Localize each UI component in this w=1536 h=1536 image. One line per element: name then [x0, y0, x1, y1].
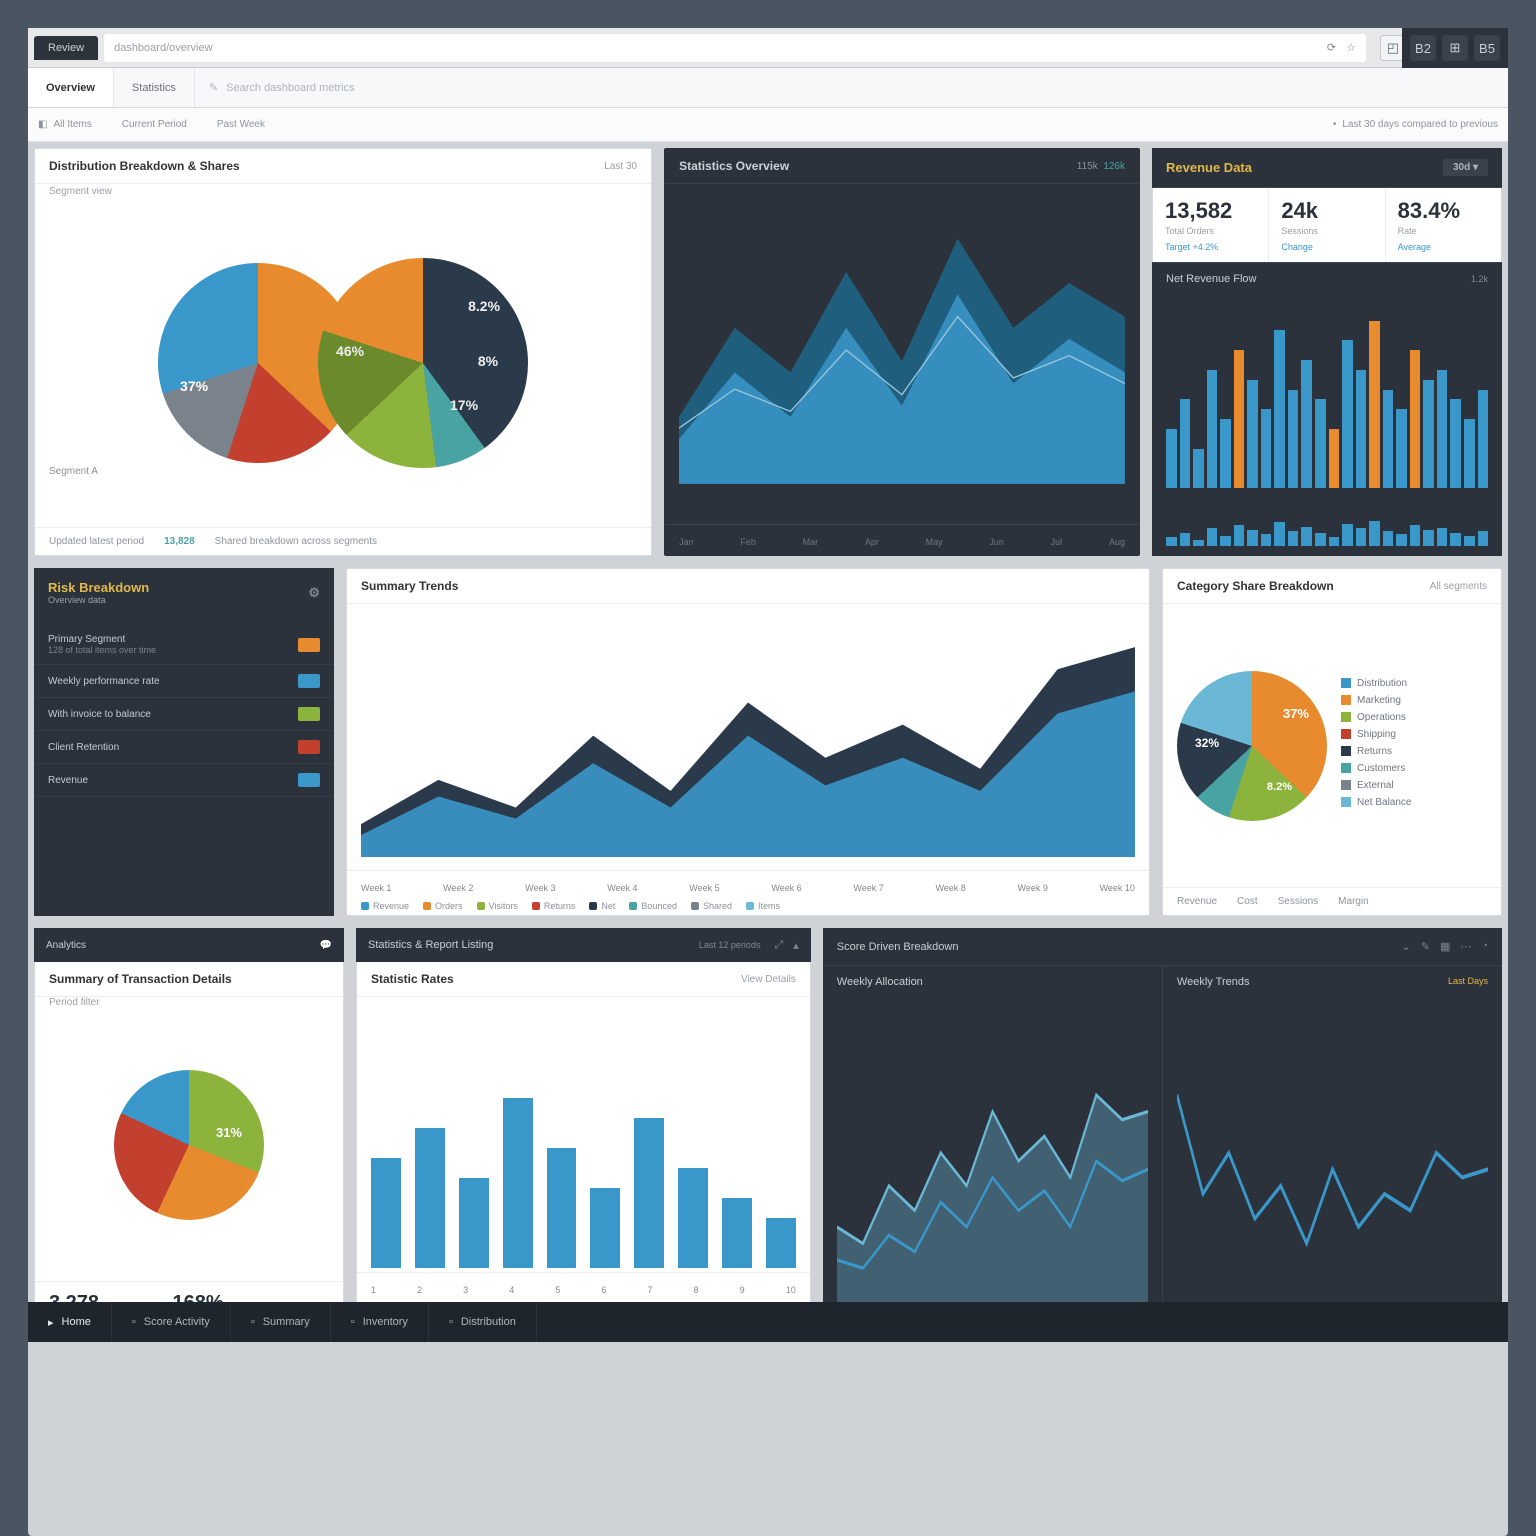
line-weekly-alloc	[837, 996, 1148, 1326]
sidebar-item[interactable]: Client Retention	[34, 731, 334, 764]
card-stats-area-dark: Statistics Overview 115k 126k JanFebMarA…	[664, 148, 1140, 556]
pie-category: 37% 32% 8.2%	[1177, 671, 1327, 821]
search-icon: ✎	[209, 81, 218, 94]
nav-tabs: Overview Statistics ✎ Search dashboard m…	[28, 68, 1508, 108]
panel-score-breakdown: Score Driven Breakdown ⌄ ✎ ▦ ⋯ ◔ Weekly …	[823, 928, 1502, 1336]
row3-head-left: Analytics 💬	[34, 928, 344, 962]
card-category-pie: Category Share BreakdownAll segments 37%…	[1162, 568, 1502, 916]
search-placeholder: Search dashboard metrics	[226, 82, 354, 94]
card-summary-trends: Summary Trends Week 1Week 2Week 3Week 4W…	[346, 568, 1150, 916]
nav-distribution[interactable]: ▫ Distribution	[429, 1302, 537, 1342]
sidebar-item[interactable]: Primary Segment128 of total items over t…	[34, 625, 334, 665]
card-bar-rates: Statistics & Report Listing Last 12 peri…	[356, 928, 811, 1336]
card-subright: Last 30	[604, 161, 637, 172]
filter-2[interactable]: Current Period	[122, 119, 187, 130]
filter-row: ◧ All Items Current Period Past Week • L…	[28, 108, 1508, 142]
nav-inventory[interactable]: ▫ Inventory	[331, 1302, 429, 1342]
tab-statistics[interactable]: Statistics	[114, 68, 195, 107]
badge-1[interactable]: B2	[1410, 35, 1436, 61]
nav-summary[interactable]: ▫ Summary	[231, 1302, 331, 1342]
card-distribution-pie: Distribution Breakdown & Shares Last 30 …	[34, 148, 652, 556]
browser-tab[interactable]: Review	[34, 36, 98, 60]
star-icon[interactable]: ☆	[1346, 41, 1356, 54]
metric-3: 83.4% Rate Average	[1386, 188, 1501, 262]
pie-small: 31%	[114, 1070, 264, 1220]
badge-2[interactable]: ⊞	[1442, 35, 1468, 61]
area2-title: Summary Trends	[361, 579, 458, 593]
pie2-legend: DistributionMarketingOperationsShippingR…	[1341, 678, 1411, 814]
period-dropdown[interactable]: 30d ▾	[1443, 159, 1488, 176]
grid-icon[interactable]: ▦	[1440, 940, 1450, 953]
tab-overview[interactable]: Overview	[28, 68, 114, 107]
filter-3[interactable]: Past Week	[217, 119, 265, 130]
card-transaction-pie: Analytics 💬 Summary of Transaction Detai…	[34, 928, 344, 1336]
sidebar-risk: Risk Breakdown Overview data ⚙ Primary S…	[34, 568, 334, 916]
more-icon[interactable]: ⋯	[1460, 940, 1471, 953]
filter-right: • Last 30 days compared to previous	[1333, 119, 1498, 130]
area-title: Statistics Overview	[679, 159, 789, 173]
nav-score[interactable]: ▫ Score Activity	[112, 1302, 231, 1342]
filter-1[interactable]: ◧ All Items	[38, 119, 92, 130]
up-icon[interactable]: ▴	[793, 939, 799, 952]
card-title: Distribution Breakdown & Shares	[49, 159, 240, 173]
badge-3[interactable]: B5	[1474, 35, 1500, 61]
reload-icon[interactable]: ⟳	[1327, 41, 1336, 54]
expand-icon[interactable]: ⤢	[774, 939, 783, 952]
address-text: dashboard/overview	[114, 42, 212, 54]
metric-1: 13,582 Total Orders Target +4.2%	[1153, 188, 1269, 262]
tab-search[interactable]: ✎ Search dashboard metrics	[195, 68, 1508, 107]
browser-topbar: Review dashboard/overview ⟳ ☆ ◰ ▷ ◡ ◇	[28, 28, 1508, 68]
right-panel-header: Revenue Data 30d ▾	[1152, 148, 1502, 188]
sidebar-item[interactable]: Revenue	[34, 764, 334, 797]
edit-icon[interactable]: ✎	[1421, 940, 1430, 953]
area-chart-light	[361, 614, 1135, 857]
nav-home[interactable]: ▸ Home	[28, 1302, 112, 1342]
metric-2: 24k Sessions Change	[1269, 188, 1385, 262]
mini-bar-chart: Net Revenue Flow1.2k	[1152, 262, 1502, 556]
card-subtitle: Segment view	[35, 184, 651, 199]
user-icon[interactable]: ◔	[1481, 940, 1488, 953]
pie-right: 8.2% 46% 17% 8%	[318, 258, 528, 468]
gear-icon[interactable]: ⚙	[308, 585, 320, 601]
comment-icon[interactable]: 💬	[320, 940, 332, 951]
address-bar[interactable]: dashboard/overview ⟳ ☆	[104, 34, 1366, 62]
right-metrics-column: Revenue Data 30d ▾ 13,582 Total Orders T…	[1152, 148, 1502, 556]
metrics-row: 13,582 Total Orders Target +4.2% 24k Ses…	[1152, 188, 1502, 262]
top-right-badges: B2 ⊞ B5	[1402, 28, 1508, 68]
sidebar-item[interactable]: Weekly performance rate	[34, 665, 334, 698]
down-icon[interactable]: ⌄	[1402, 940, 1411, 953]
bottom-nav: ▸ Home ▫ Score Activity ▫ Summary ▫ Inve…	[28, 1302, 1508, 1342]
sidebar-item[interactable]: With invoice to balance	[34, 698, 334, 731]
area-chart-dark	[679, 194, 1125, 484]
card-footer: Updated latest period 13,828 Shared brea…	[35, 527, 651, 555]
line-weekly-trends	[1177, 996, 1488, 1326]
